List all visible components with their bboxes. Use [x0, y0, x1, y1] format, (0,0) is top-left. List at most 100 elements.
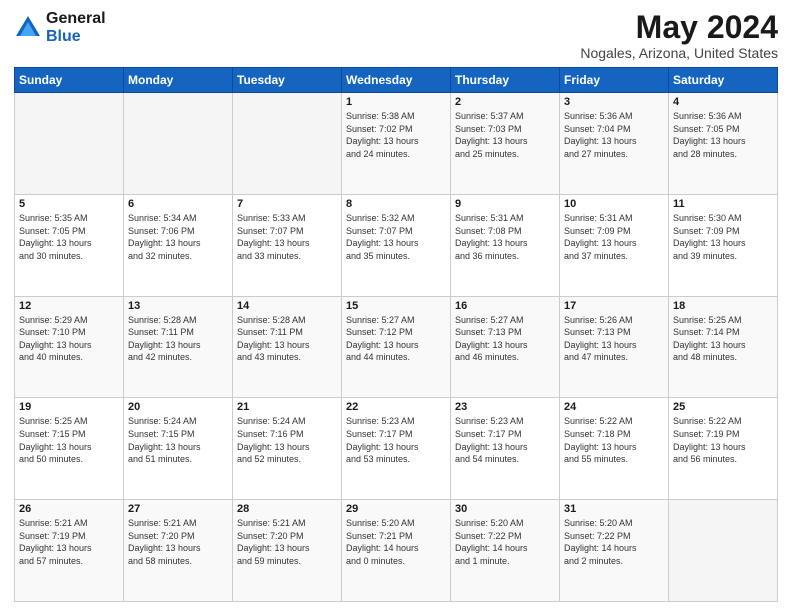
day-info: Sunrise: 5:28 AM Sunset: 7:11 PM Dayligh…	[237, 314, 337, 364]
day-number: 24	[564, 401, 664, 413]
day-info: Sunrise: 5:25 AM Sunset: 7:15 PM Dayligh…	[19, 415, 119, 465]
calendar-cell: 2 Sunrise: 5:37 AM Sunset: 7:03 PM Daylig…	[451, 93, 560, 195]
subtitle: Nogales, Arizona, United States	[580, 45, 778, 61]
day-info: Sunrise: 5:28 AM Sunset: 7:11 PM Dayligh…	[128, 314, 228, 364]
calendar: SundayMondayTuesdayWednesdayThursdayFrid…	[14, 67, 778, 602]
calendar-cell: 26 Sunrise: 5:21 AM Sunset: 7:19 PM Dayli…	[15, 500, 124, 602]
calendar-cell: 19 Sunrise: 5:25 AM Sunset: 7:15 PM Dayli…	[15, 398, 124, 500]
week-row-0: 1 Sunrise: 5:38 AM Sunset: 7:02 PM Daylig…	[15, 93, 778, 195]
day-number: 5	[19, 198, 119, 210]
weekday-header-sunday: Sunday	[15, 68, 124, 93]
day-number: 26	[19, 503, 119, 515]
page: General Blue May 2024 Nogales, Arizona, …	[0, 0, 792, 612]
calendar-cell: 7 Sunrise: 5:33 AM Sunset: 7:07 PM Daylig…	[233, 194, 342, 296]
calendar-cell: 8 Sunrise: 5:32 AM Sunset: 7:07 PM Daylig…	[342, 194, 451, 296]
day-info: Sunrise: 5:24 AM Sunset: 7:16 PM Dayligh…	[237, 415, 337, 465]
day-info: Sunrise: 5:20 AM Sunset: 7:21 PM Dayligh…	[346, 517, 446, 567]
title-block: May 2024 Nogales, Arizona, United States	[580, 10, 778, 61]
main-title: May 2024	[580, 10, 778, 45]
day-number: 29	[346, 503, 446, 515]
weekday-header-wednesday: Wednesday	[342, 68, 451, 93]
day-info: Sunrise: 5:29 AM Sunset: 7:10 PM Dayligh…	[19, 314, 119, 364]
day-info: Sunrise: 5:27 AM Sunset: 7:12 PM Dayligh…	[346, 314, 446, 364]
calendar-cell: 5 Sunrise: 5:35 AM Sunset: 7:05 PM Daylig…	[15, 194, 124, 296]
day-number: 22	[346, 401, 446, 413]
calendar-cell	[669, 500, 778, 602]
day-number: 2	[455, 96, 555, 108]
day-info: Sunrise: 5:26 AM Sunset: 7:13 PM Dayligh…	[564, 314, 664, 364]
calendar-cell: 1 Sunrise: 5:38 AM Sunset: 7:02 PM Daylig…	[342, 93, 451, 195]
day-info: Sunrise: 5:21 AM Sunset: 7:19 PM Dayligh…	[19, 517, 119, 567]
logo-icon	[14, 14, 42, 42]
day-number: 30	[455, 503, 555, 515]
day-number: 17	[564, 300, 664, 312]
calendar-cell: 22 Sunrise: 5:23 AM Sunset: 7:17 PM Dayli…	[342, 398, 451, 500]
calendar-cell: 21 Sunrise: 5:24 AM Sunset: 7:16 PM Dayli…	[233, 398, 342, 500]
day-number: 16	[455, 300, 555, 312]
header: General Blue May 2024 Nogales, Arizona, …	[14, 10, 778, 61]
day-number: 3	[564, 96, 664, 108]
day-info: Sunrise: 5:33 AM Sunset: 7:07 PM Dayligh…	[237, 212, 337, 262]
calendar-cell	[233, 93, 342, 195]
day-number: 20	[128, 401, 228, 413]
day-number: 8	[346, 198, 446, 210]
calendar-cell: 14 Sunrise: 5:28 AM Sunset: 7:11 PM Dayli…	[233, 296, 342, 398]
day-number: 9	[455, 198, 555, 210]
day-number: 7	[237, 198, 337, 210]
day-info: Sunrise: 5:23 AM Sunset: 7:17 PM Dayligh…	[346, 415, 446, 465]
calendar-cell: 25Sunrise: 5:22 AM Sunset: 7:19 PM Dayli…	[669, 398, 778, 500]
day-info: Sunrise: 5:36 AM Sunset: 7:05 PM Dayligh…	[673, 110, 773, 160]
weekday-header-tuesday: Tuesday	[233, 68, 342, 93]
day-info: Sunrise: 5:20 AM Sunset: 7:22 PM Dayligh…	[564, 517, 664, 567]
weekday-header-friday: Friday	[560, 68, 669, 93]
day-info: Sunrise: 5:22 AM Sunset: 7:19 PM Dayligh…	[673, 415, 773, 465]
day-number: 1	[346, 96, 446, 108]
calendar-cell: 11 Sunrise: 5:30 AM Sunset: 7:09 PM Dayli…	[669, 194, 778, 296]
calendar-cell: 12Sunrise: 5:29 AM Sunset: 7:10 PM Dayli…	[15, 296, 124, 398]
day-number: 18	[673, 300, 773, 312]
day-info: Sunrise: 5:38 AM Sunset: 7:02 PM Dayligh…	[346, 110, 446, 160]
calendar-cell: 24Sunrise: 5:22 AM Sunset: 7:18 PM Dayli…	[560, 398, 669, 500]
day-info: Sunrise: 5:37 AM Sunset: 7:03 PM Dayligh…	[455, 110, 555, 160]
calendar-cell: 27Sunrise: 5:21 AM Sunset: 7:20 PM Dayli…	[124, 500, 233, 602]
calendar-cell: 31 Sunrise: 5:20 AM Sunset: 7:22 PM Dayli…	[560, 500, 669, 602]
week-row-2: 12Sunrise: 5:29 AM Sunset: 7:10 PM Dayli…	[15, 296, 778, 398]
day-info: Sunrise: 5:30 AM Sunset: 7:09 PM Dayligh…	[673, 212, 773, 262]
day-number: 14	[237, 300, 337, 312]
day-number: 21	[237, 401, 337, 413]
weekday-header-saturday: Saturday	[669, 68, 778, 93]
day-number: 19	[19, 401, 119, 413]
day-number: 11	[673, 198, 773, 210]
day-info: Sunrise: 5:23 AM Sunset: 7:17 PM Dayligh…	[455, 415, 555, 465]
day-info: Sunrise: 5:24 AM Sunset: 7:15 PM Dayligh…	[128, 415, 228, 465]
day-number: 4	[673, 96, 773, 108]
day-number: 6	[128, 198, 228, 210]
calendar-cell: 13 Sunrise: 5:28 AM Sunset: 7:11 PM Dayli…	[124, 296, 233, 398]
day-info: Sunrise: 5:20 AM Sunset: 7:22 PM Dayligh…	[455, 517, 555, 567]
day-info: Sunrise: 5:32 AM Sunset: 7:07 PM Dayligh…	[346, 212, 446, 262]
calendar-cell: 30 Sunrise: 5:20 AM Sunset: 7:22 PM Dayli…	[451, 500, 560, 602]
calendar-cell: 15 Sunrise: 5:27 AM Sunset: 7:12 PM Dayli…	[342, 296, 451, 398]
day-number: 28	[237, 503, 337, 515]
day-number: 10	[564, 198, 664, 210]
weekday-header-monday: Monday	[124, 68, 233, 93]
week-row-3: 19 Sunrise: 5:25 AM Sunset: 7:15 PM Dayli…	[15, 398, 778, 500]
day-number: 13	[128, 300, 228, 312]
logo: General Blue	[14, 10, 106, 45]
calendar-cell: 16 Sunrise: 5:27 AM Sunset: 7:13 PM Dayli…	[451, 296, 560, 398]
weekday-header-thursday: Thursday	[451, 68, 560, 93]
day-number: 27	[128, 503, 228, 515]
day-number: 15	[346, 300, 446, 312]
logo-blue-text: Blue	[46, 28, 106, 46]
day-info: Sunrise: 5:27 AM Sunset: 7:13 PM Dayligh…	[455, 314, 555, 364]
calendar-cell: 9 Sunrise: 5:31 AM Sunset: 7:08 PM Daylig…	[451, 194, 560, 296]
calendar-cell: 3 Sunrise: 5:36 AM Sunset: 7:04 PM Daylig…	[560, 93, 669, 195]
day-info: Sunrise: 5:36 AM Sunset: 7:04 PM Dayligh…	[564, 110, 664, 160]
day-info: Sunrise: 5:35 AM Sunset: 7:05 PM Dayligh…	[19, 212, 119, 262]
day-number: 31	[564, 503, 664, 515]
calendar-cell: 28Sunrise: 5:21 AM Sunset: 7:20 PM Dayli…	[233, 500, 342, 602]
day-info: Sunrise: 5:25 AM Sunset: 7:14 PM Dayligh…	[673, 314, 773, 364]
day-info: Sunrise: 5:31 AM Sunset: 7:08 PM Dayligh…	[455, 212, 555, 262]
weekday-header-row: SundayMondayTuesdayWednesdayThursdayFrid…	[15, 68, 778, 93]
calendar-cell: 17 Sunrise: 5:26 AM Sunset: 7:13 PM Dayli…	[560, 296, 669, 398]
